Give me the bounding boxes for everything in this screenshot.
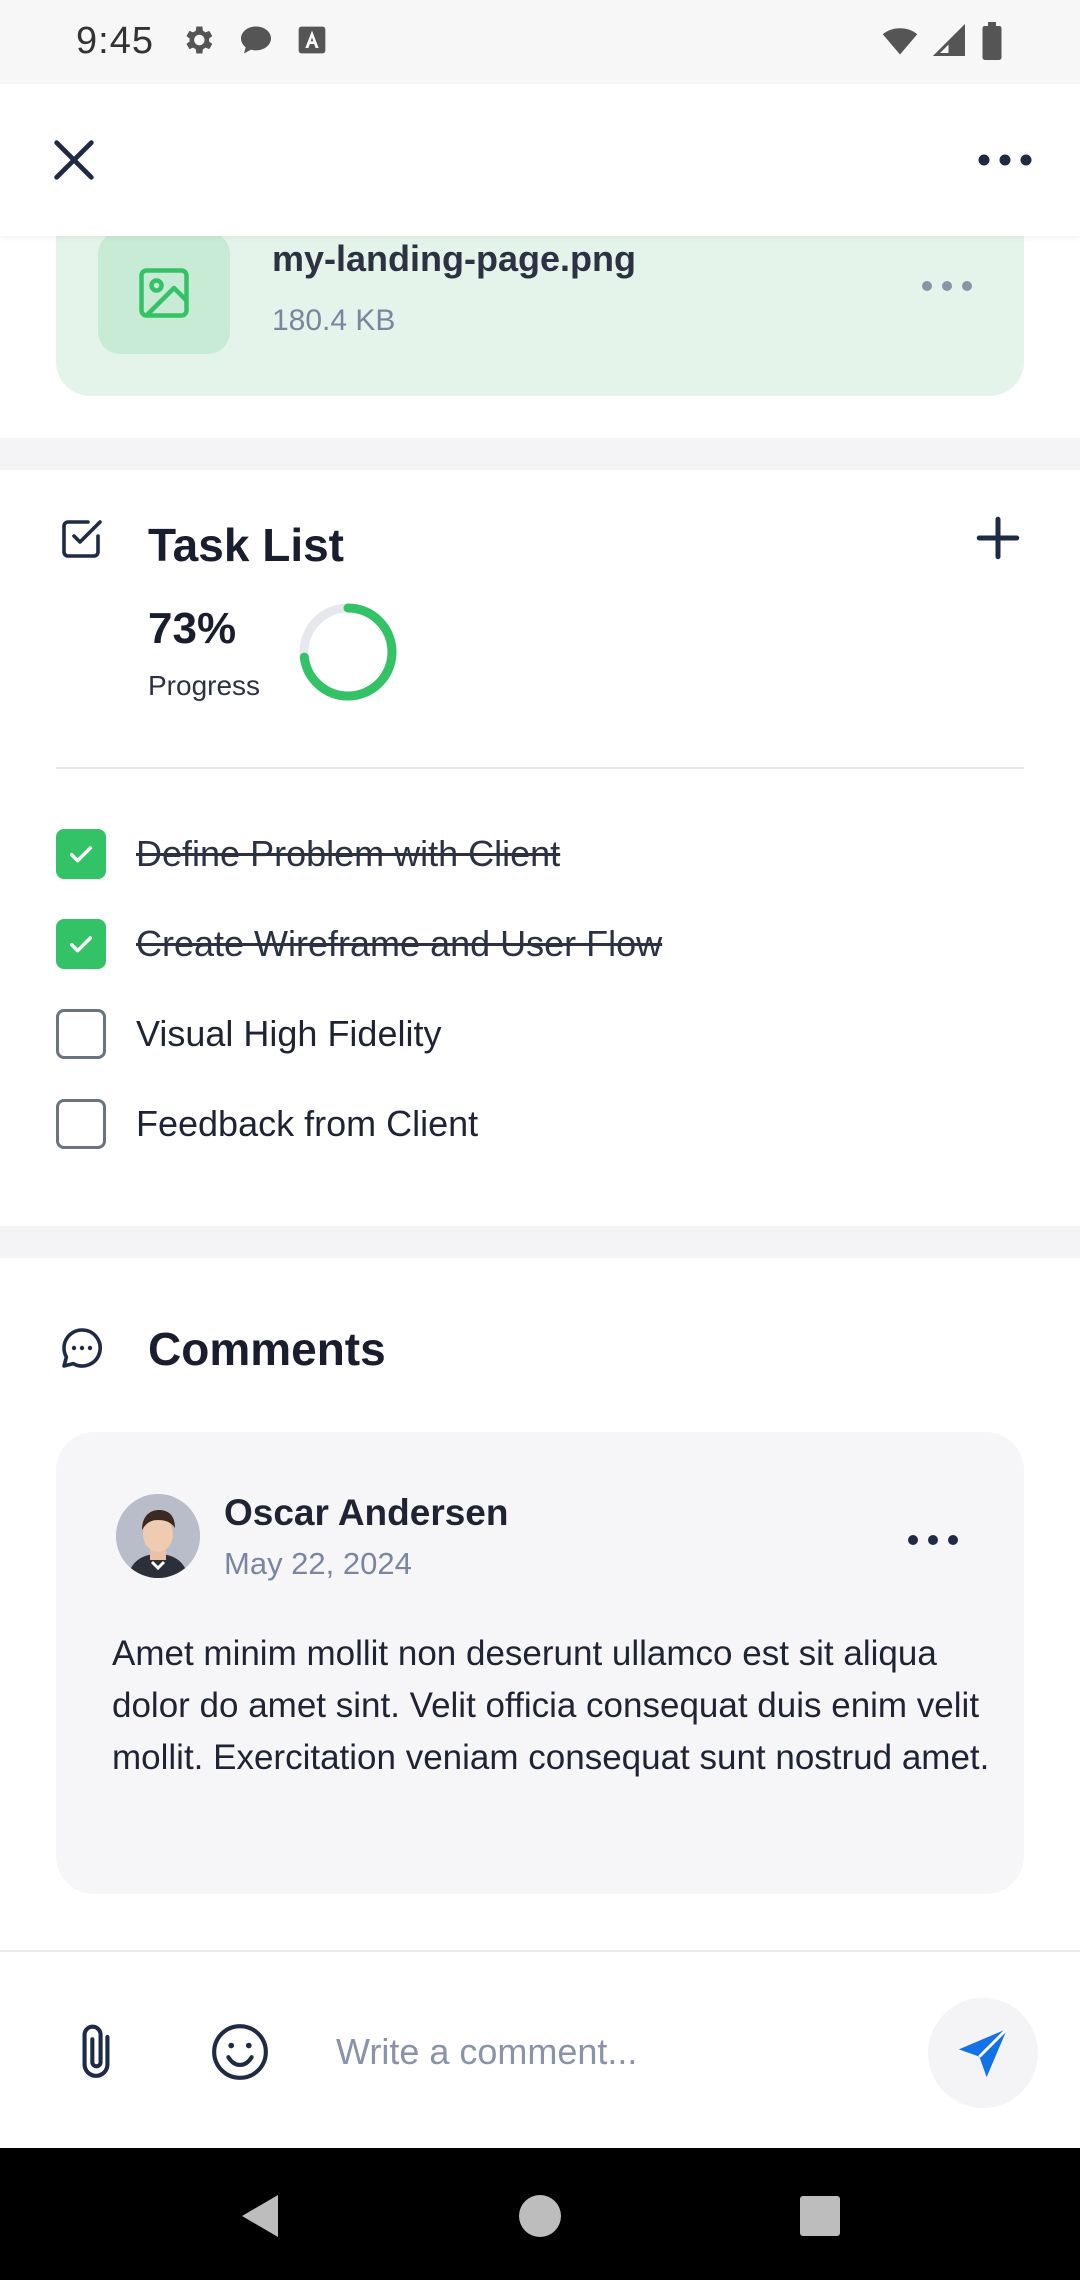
add-task-button[interactable] xyxy=(968,508,1028,568)
task-checkbox[interactable] xyxy=(56,1009,106,1059)
comment-card: Oscar Andersen May 22, 2024 Amet minim m… xyxy=(56,1432,1024,1894)
checkbox-square-icon xyxy=(62,520,102,558)
close-icon xyxy=(54,140,94,180)
wifi-icon xyxy=(882,28,918,55)
more-horizontal-icon xyxy=(978,154,1032,166)
close-button[interactable] xyxy=(44,130,104,190)
back-triangle-icon xyxy=(242,2195,278,2237)
file-more-button[interactable] xyxy=(912,266,982,306)
comment-bubble-icon xyxy=(62,1328,102,1368)
more-horizontal-icon xyxy=(922,281,972,291)
task-item[interactable]: Visual High Fidelity xyxy=(56,1004,1024,1064)
nav-home-button[interactable] xyxy=(512,2188,568,2244)
file-name: my-landing-page.png xyxy=(272,238,636,279)
top-app-bar xyxy=(0,84,1080,236)
section-divider xyxy=(0,1226,1080,1258)
avatar xyxy=(116,1494,200,1578)
comment-author[interactable]: Oscar Andersen xyxy=(224,1492,508,1534)
task-item[interactable]: Feedback from Client xyxy=(56,1094,1024,1154)
system-navigation-bar xyxy=(0,2148,1080,2280)
home-circle-icon xyxy=(519,2195,561,2237)
task-checkbox[interactable] xyxy=(56,829,106,879)
signal-icon xyxy=(932,23,965,56)
task-label: Define Problem with Client xyxy=(136,833,561,874)
task-checkbox[interactable] xyxy=(56,1099,106,1149)
comments-title: Comments xyxy=(148,1323,386,1375)
avatar-image xyxy=(116,1494,200,1578)
file-thumbnail xyxy=(98,232,230,354)
battery-icon xyxy=(982,22,1002,60)
send-icon xyxy=(958,2027,1009,2078)
comment-more-button[interactable] xyxy=(898,1520,968,1560)
image-icon xyxy=(139,268,189,318)
file-size: 180.4 KB xyxy=(272,304,396,337)
smile-icon xyxy=(212,2024,268,2080)
task-checkbox[interactable] xyxy=(56,919,106,969)
emoji-button[interactable] xyxy=(206,2018,274,2086)
comment-text: Amet minim mollit non deserunt ullamco e… xyxy=(112,1634,990,1777)
comment-input[interactable] xyxy=(336,2022,896,2082)
progress-value: 73% xyxy=(148,604,237,653)
chat-bubble-icon xyxy=(241,26,271,54)
checkmark-icon xyxy=(69,846,93,863)
plus-icon xyxy=(976,516,1020,560)
status-bar: 9:45 xyxy=(0,0,1080,84)
nav-back-button[interactable] xyxy=(232,2188,288,2244)
task-list-divider xyxy=(56,767,1024,769)
comment-composer xyxy=(0,1950,1080,2148)
checkmark-icon xyxy=(69,936,93,953)
comment-date: May 22, 2024 xyxy=(224,1546,412,1581)
task-item[interactable]: Define Problem with Client xyxy=(56,824,1024,884)
progress-label: Progress xyxy=(148,670,261,701)
task-label: Create Wireframe and User Flow xyxy=(136,923,663,964)
send-button[interactable] xyxy=(928,1998,1038,2108)
task-label: Feedback from Client xyxy=(136,1103,479,1144)
attach-button[interactable] xyxy=(64,2018,128,2088)
gear-icon xyxy=(186,26,213,54)
task-list-title: Task List xyxy=(148,519,344,571)
nav-recents-button[interactable] xyxy=(792,2188,848,2244)
section-divider xyxy=(0,438,1080,470)
task-label: Visual High Fidelity xyxy=(136,1013,442,1054)
progress-ring xyxy=(299,603,397,701)
font-a-icon xyxy=(298,26,326,54)
more-options-button[interactable] xyxy=(970,130,1040,190)
status-time: 9:45 xyxy=(76,20,154,62)
paperclip-icon xyxy=(82,2024,110,2078)
task-item[interactable]: Create Wireframe and User Flow xyxy=(56,914,1024,974)
recents-square-icon xyxy=(800,2196,840,2236)
more-horizontal-icon xyxy=(908,1535,958,1545)
